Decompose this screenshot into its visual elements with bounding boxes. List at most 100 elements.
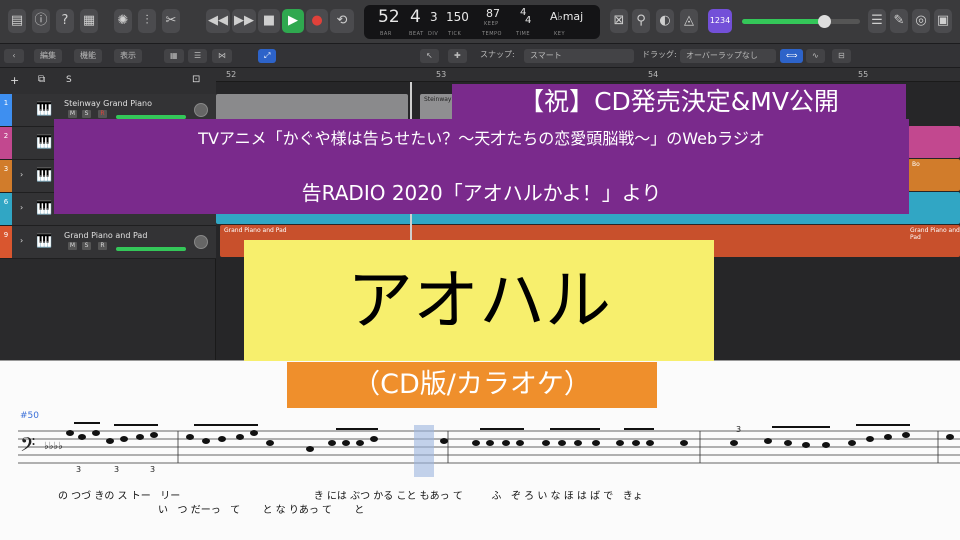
record-icon[interactable]: ● <box>306 9 328 33</box>
grid-view-icon[interactable]: ▦ <box>164 49 184 63</box>
solo-button[interactable]: S <box>82 242 91 250</box>
pencil-tool-icon[interactable]: ✚ <box>448 49 467 63</box>
control-bar: ▤ ⓘ ? ▦ ✺ ⫶ ✂ ◀◀ ▶▶ ■ ▶ ● ⟲ 52 4 3 150 8… <box>0 0 960 44</box>
lcd-label-tempo: TEMPO <box>482 31 502 37</box>
pan-knob[interactable] <box>194 103 208 117</box>
catch-icon[interactable]: ⤢ <box>258 49 277 63</box>
list-view-icon[interactable]: ☰ <box>188 49 208 63</box>
ruler-mark: 55 <box>858 70 869 79</box>
region-icon[interactable]: ⊡ <box>192 74 200 85</box>
track-headers: + ⧉ S ⊡ 1 🎹 Steinway Grand Piano M S R 2… <box>0 68 216 360</box>
rewind-icon[interactable]: ◀◀ <box>206 9 230 33</box>
forward-icon[interactable]: ▶▶ <box>232 9 256 33</box>
selection-cursor <box>414 425 434 477</box>
inspector-icon[interactable]: ⓘ <box>32 9 50 33</box>
function-menu[interactable]: 機能 <box>74 49 102 63</box>
lcd-display[interactable]: 52 4 3 150 87 KEEP 4 4 A♭maj BAR BEAT DI… <box>364 5 600 39</box>
zoom-icon[interactable]: ⊟ <box>832 49 851 63</box>
disclosure-chevron-icon[interactable]: › <box>20 203 23 212</box>
drag-select[interactable]: オーバーラップなし <box>680 49 776 63</box>
piano-icon: 🎹 <box>36 234 53 249</box>
track-number: 1 <box>0 94 12 126</box>
pan-knob[interactable] <box>194 235 208 249</box>
region-name: Grand Piano and Pad <box>224 227 287 234</box>
record-enable-button[interactable]: R <box>98 242 107 250</box>
staff: 𝄢 ♭♭♭♭ <box>18 422 960 477</box>
region-name: Bo <box>912 161 920 168</box>
tuner-icon[interactable]: ⚲ <box>632 9 650 33</box>
lcd-div: 3 <box>430 10 438 24</box>
piano-icon: 🎹 <box>36 201 53 216</box>
measure-number: #50 <box>20 411 39 421</box>
count-in-button[interactable]: 1234 <box>708 9 732 33</box>
ruler-mark: 53 <box>436 70 447 79</box>
loop-browser-icon[interactable]: ◎ <box>912 9 930 33</box>
song-title: アオハル <box>244 240 714 361</box>
lcd-beat: 4 <box>410 7 421 27</box>
view-menu[interactable]: 表示 <box>114 49 142 63</box>
cycle-icon[interactable]: ⟲ <box>330 9 354 33</box>
master-volume-slider[interactable] <box>742 15 860 28</box>
disclosure-chevron-icon[interactable]: › <box>20 236 23 245</box>
back-icon[interactable]: ‹ <box>4 49 24 63</box>
master-volume-handle[interactable] <box>818 15 831 28</box>
mute-button[interactable]: M <box>68 110 77 118</box>
radio-caption-line-1: TVアニメ「かぐや様は告らせたい？〜天才たちの恋愛頭脳戦〜」のWebラジオ <box>198 129 765 148</box>
region-name: Steinway <box>424 96 452 103</box>
mixer-icon[interactable]: ⫶ <box>138 9 156 33</box>
disclosure-chevron-icon[interactable]: › <box>20 170 23 179</box>
metronome-icon[interactable]: ◬ <box>680 9 698 33</box>
ruler-mark: 54 <box>648 70 659 79</box>
track-number: 6 <box>0 193 12 225</box>
waveform-zoom-icon[interactable]: ⟺ <box>780 49 804 63</box>
mute-button[interactable]: M <box>68 242 77 250</box>
piano-icon: 🎹 <box>36 168 53 183</box>
browser-icon[interactable]: ▣ <box>934 9 952 33</box>
solo-button[interactable]: S <box>82 110 91 118</box>
radio-caption-line-2: 告RADIO 2020「アオハルかよ！」より <box>301 181 662 205</box>
drag-label: ドラッグ: <box>642 50 677 59</box>
key-signature: ♭♭♭♭ <box>44 441 63 452</box>
add-track-icon[interactable]: + <box>10 74 19 87</box>
volume-slider[interactable] <box>116 247 186 251</box>
lcd-sig-bottom: 4 <box>525 15 532 26</box>
flex-icon[interactable]: ⋈ <box>212 49 232 63</box>
lcd-label-div: DIV <box>428 31 439 37</box>
notepad-icon[interactable]: ✎ <box>890 9 908 33</box>
smart-controls-icon[interactable]: ✺ <box>114 9 132 33</box>
edit-menu[interactable]: 編集 <box>34 49 62 63</box>
master-volume-fill <box>742 19 827 24</box>
lcd-tempo: 87 <box>486 7 500 20</box>
lcd-label-bar: BAR <box>380 31 392 37</box>
pointer-tool-icon[interactable]: ↖ <box>420 49 439 63</box>
lcd-label-time: TIME <box>516 31 531 37</box>
track-row-9[interactable]: 9 › 🎹 Grand Piano and Pad M S R <box>0 226 216 259</box>
lcd-key: A♭maj <box>550 10 584 23</box>
stop-icon[interactable]: ■ <box>258 9 280 33</box>
global-tracks-icon[interactable]: S <box>66 75 72 85</box>
triplet-mark: 3 <box>150 465 156 474</box>
waveform-icon[interactable]: ∿ <box>806 49 825 63</box>
lcd-tempo-mode: KEEP <box>484 21 499 27</box>
midi-region[interactable] <box>908 126 960 158</box>
list-editor-icon[interactable]: ☰ <box>868 9 886 33</box>
editors-icon[interactable]: ✂ <box>162 9 180 33</box>
midi-region[interactable]: Bo <box>908 159 960 191</box>
announcement-banner: 【祝】CD発売決定&MV公開 <box>452 84 906 119</box>
toolbar-icon[interactable]: ▦ <box>80 9 98 33</box>
help-icon[interactable]: ? <box>56 9 74 33</box>
duplicate-track-icon[interactable]: ⧉ <box>38 74 45 85</box>
library-icon[interactable]: ▤ <box>8 9 26 33</box>
record-enable-button[interactable]: R <box>98 110 107 118</box>
track-number: 2 <box>0 127 12 159</box>
replace-icon[interactable]: ⊠ <box>610 9 628 33</box>
bar-ruler[interactable]: 52 53 54 55 <box>216 68 960 82</box>
play-button[interactable]: ▶ <box>282 9 304 33</box>
solo-icon[interactable]: ◐ <box>656 9 674 33</box>
piano-icon: 🎹 <box>36 135 53 150</box>
snap-label: スナップ: <box>480 50 515 59</box>
snap-select[interactable]: スマート <box>524 49 634 63</box>
track-name: Steinway Grand Piano <box>64 99 152 108</box>
track-number: 9 <box>0 226 12 258</box>
lcd-label-key: KEY <box>554 31 565 37</box>
